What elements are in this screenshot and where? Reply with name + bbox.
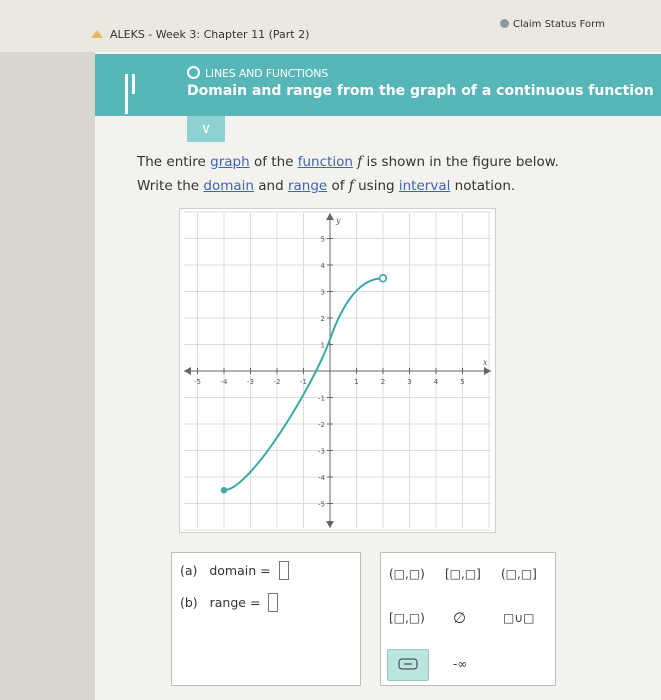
y-tick-label: -3 [318,448,325,456]
open-open-interval-button[interactable]: (□,□) [389,567,425,581]
math-palette: (□,□) [□,□] (□,□] [□,□) ∅ □∪□ -∞ [380,552,556,686]
topic-circle-icon [187,66,200,79]
topic-label: LINES AND FUNCTIONS [205,67,329,80]
negative-infinity-button[interactable]: -∞ [453,657,467,671]
aleks-logo-icon [91,30,103,38]
lesson-title: Domain and range from the graph of a con… [187,83,654,99]
menu-icon[interactable] [125,74,145,114]
y-tick-label: 1 [321,342,325,350]
text: The entire [137,154,211,170]
domain-link[interactable]: domain [203,178,254,194]
y-axis-arrow [326,521,334,528]
x-tick-label: -4 [221,378,229,386]
range-label: range = [209,595,261,610]
text: and [253,178,288,194]
text: is shown in the figure below. [362,154,559,170]
tab-title[interactable]: ALEKS - Week 3: Chapter 11 (Part 2) [110,28,309,41]
closed-endpoint [220,487,228,494]
browser-tab-bar: ALEKS - Week 3: Chapter 11 (Part 2) Clai… [0,0,661,52]
text: using [353,178,399,194]
text: of the [249,154,298,170]
x-tick-label: 2 [381,378,385,386]
y-axis-label: y [335,216,341,225]
y-tick-label: -1 [318,395,325,403]
x-tick-label: 3 [407,378,411,386]
function-graph: -5 -4 -3 -2 -1 1 2 3 4 5 5 4 3 2 1 -1 -2 -3 -4 -5 x y [170,208,496,533]
claim-status-link[interactable]: Claim Status Form [500,19,605,30]
x-axis-arrow [484,367,491,375]
y-tick-label: 5 [321,236,325,244]
topic-line: LINES AND FUNCTIONS [187,66,328,80]
question-line-1: The entire graph of the function f is sh… [137,150,637,174]
expand-chevron-button[interactable]: ∨ [187,116,225,142]
interval-link[interactable]: interval [399,178,450,194]
info-icon [500,19,509,28]
graph-link[interactable]: graph [210,154,250,170]
x-axis-label: x [483,358,488,367]
question-line-2: Write the domain and range of f using in… [137,174,637,198]
closed-closed-interval-button[interactable]: [□,□] [445,567,481,581]
domain-label: domain = [209,563,271,578]
text: of [327,178,349,194]
x-axis-arrow [184,367,191,375]
y-tick-label: 2 [321,315,325,323]
y-tick-label: 3 [321,289,325,297]
question-text: The entire graph of the function f is sh… [137,150,637,198]
graph-svg: -5 -4 -3 -2 -1 1 2 3 4 5 5 4 3 2 1 -1 -2 -3 -4 -5 x y [170,211,491,531]
y-tick-label: -2 [318,421,325,429]
y-tick-label: -4 [318,474,326,482]
keyboard-icon [398,658,418,670]
text: notation. [450,178,516,194]
lesson-page: LINES AND FUNCTIONS Domain and range fro… [95,52,661,700]
chevron-down-icon: ∨ [200,121,212,137]
x-tick-label: -5 [194,378,201,386]
answer-box: (a) domain = (b) range = [171,552,361,686]
x-tick-label: -1 [300,378,307,386]
domain-input[interactable] [278,561,289,580]
x-tick-label: -3 [247,378,254,386]
range-link[interactable]: range [288,178,327,194]
function-link[interactable]: function [298,154,353,170]
lesson-header: LINES AND FUNCTIONS Domain and range fro… [95,54,661,116]
open-endpoint [378,274,388,283]
union-button[interactable]: □∪□ [503,611,534,625]
text: Write the [137,178,204,194]
keypad-toggle-button[interactable] [387,649,429,681]
part-b-label: (b) [180,595,198,610]
x-tick-label: 4 [434,378,439,386]
y-tick-label: 4 [321,262,326,270]
open-closed-interval-button[interactable]: (□,□] [501,567,537,581]
x-tick-label: 1 [354,378,358,386]
x-tick-label: 5 [460,378,464,386]
empty-set-button[interactable]: ∅ [453,609,466,627]
x-tick-label: -2 [274,378,281,386]
range-input[interactable] [268,593,279,612]
claim-status-label: Claim Status Form [513,19,605,30]
y-axis-arrow [326,213,334,220]
y-tick-label: -5 [318,501,325,509]
closed-open-interval-button[interactable]: [□,□) [389,611,425,625]
part-a-label: (a) [180,563,198,578]
domain-row: (a) domain = [180,561,289,580]
range-row: (b) range = [180,593,279,612]
